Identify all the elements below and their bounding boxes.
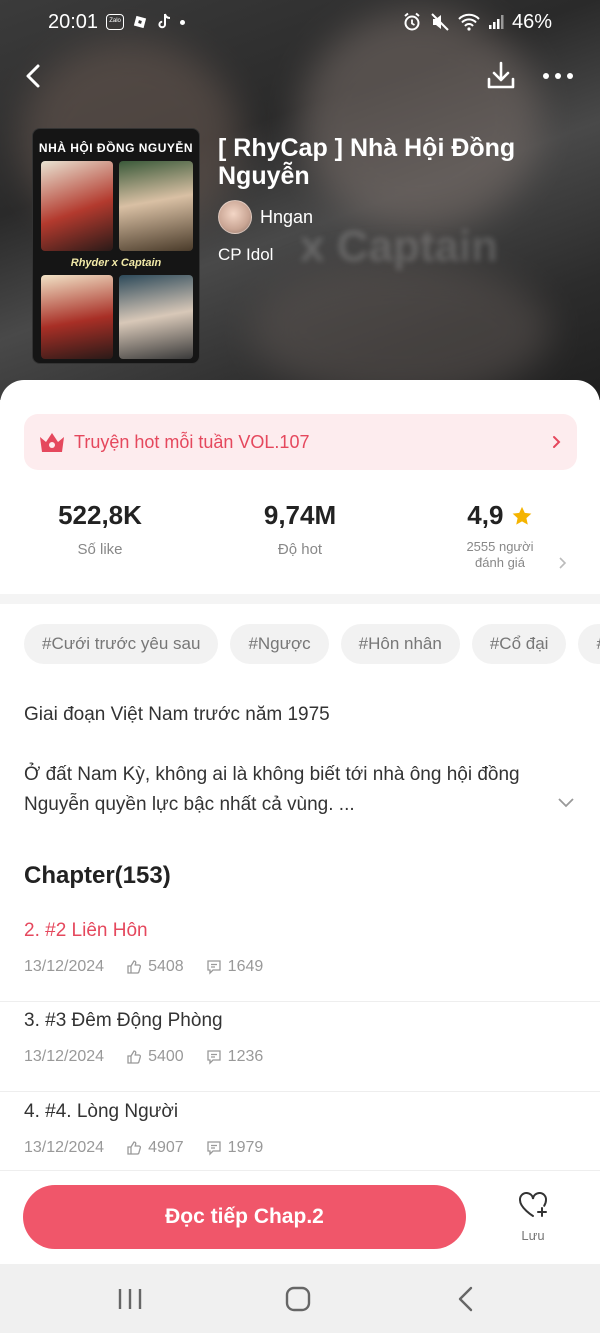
- more-options-button[interactable]: [540, 58, 576, 94]
- top-bar: [0, 56, 600, 96]
- hot-banner-label: Truyện hot mỗi tuần VOL.107: [74, 431, 310, 452]
- back-button[interactable]: [18, 58, 50, 94]
- rating-count-label-2: đánh giá: [475, 555, 525, 570]
- status-bar: 20:01 Zalo 46%: [0, 0, 600, 44]
- thumb-up-icon: [127, 1050, 142, 1064]
- hot-label: Độ hot: [277, 541, 323, 558]
- chapter-row[interactable]: 3. #3 Đêm Động Phòng 13/12/2024 5400 123…: [0, 1002, 600, 1092]
- synopsis: Giai đoạn Việt Nam trước năm 1975 Ở đất …: [24, 700, 554, 820]
- comment-icon: [207, 1141, 221, 1156]
- cover-photo: [119, 275, 193, 359]
- hot-stat: 9,74M Độ hot: [200, 500, 400, 558]
- roblox-icon: [133, 15, 147, 29]
- chapter-date: 13/12/2024: [24, 1139, 105, 1156]
- recent-apps-button[interactable]: [110, 1284, 150, 1314]
- tag-chip[interactable]: #Hôn nhân: [340, 624, 460, 664]
- save-label: Lưu: [521, 1228, 545, 1243]
- chevron-right-icon: [553, 436, 561, 448]
- chapter-comments: 1236: [227, 1048, 264, 1065]
- zalo-icon: Zalo: [106, 14, 125, 30]
- chapter-title: 4. #4. Lòng Người: [24, 1101, 179, 1122]
- save-button[interactable]: Lưu: [508, 1191, 558, 1251]
- tag-list: #Cưới trước yêu sau #Ngược #Hôn nhân #Cổ…: [24, 624, 600, 664]
- system-back-button[interactable]: [446, 1284, 486, 1314]
- cover-photo: [41, 161, 113, 251]
- more-dots-icon: [543, 73, 573, 79]
- hot-count: 9,74M: [263, 500, 337, 530]
- notification-dot: [180, 19, 186, 25]
- chapter-row[interactable]: 2. #2 Liên Hôn 13/12/2024 5408 1649: [0, 912, 600, 1002]
- home-button[interactable]: [278, 1284, 318, 1314]
- tag-chip[interactable]: #Ngược: [230, 624, 329, 664]
- chapter-title: 3. #3 Đêm Động Phòng: [24, 1010, 223, 1031]
- battery-level: 46%: [511, 10, 552, 33]
- chapter-likes: 4907: [148, 1139, 184, 1156]
- cover-subtitle: Rhyder x Captain: [70, 257, 162, 269]
- synopsis-line: Giai đoạn Việt Nam trước năm 1975: [24, 704, 330, 725]
- chevron-right-icon[interactable]: [558, 556, 568, 570]
- chevron-left-icon: [26, 64, 40, 88]
- rating-stat[interactable]: 4,9 2555 người đánh giá: [400, 500, 600, 571]
- comic-category[interactable]: CP Idol: [218, 245, 273, 265]
- synopsis-line: Ở đất Nam Kỳ, không ai là không biết tới…: [24, 764, 520, 815]
- author-name: Hngan: [260, 206, 314, 227]
- tag-chip[interactable]: #Cưới trước yêu sau: [24, 624, 219, 664]
- likes-label: Số like: [77, 541, 123, 558]
- hot-weekly-banner[interactable]: Truyện hot mỗi tuần VOL.107: [24, 414, 577, 470]
- status-time: 20:01: [48, 10, 99, 33]
- likes-stat: 522,8K Số like: [0, 500, 200, 558]
- hero-blurred-title: x Captain: [300, 222, 499, 271]
- cover-photo: [41, 275, 113, 359]
- back-arrow-icon: [458, 1286, 473, 1312]
- stats-row: 522,8K Số like 9,74M Độ hot 4,9 2555 ngư…: [0, 500, 600, 590]
- chapter-list-header: Chapter(153): [24, 862, 171, 889]
- author-link[interactable]: Hngan: [218, 200, 313, 234]
- comment-icon: [207, 960, 221, 975]
- continue-reading-button[interactable]: Đọc tiếp Chap.2: [23, 1185, 466, 1249]
- mute-icon: [431, 13, 449, 31]
- comic-cover[interactable]: NHÀ HỘI ĐỒNG NGUYỄN Rhyder x Captain: [32, 128, 200, 364]
- chapter-likes: 5408: [148, 958, 184, 975]
- comment-icon: [207, 1050, 221, 1065]
- likes-count: 522,8K: [58, 500, 142, 530]
- rating-value: 4,9: [467, 500, 504, 530]
- download-button[interactable]: [484, 58, 518, 94]
- chapter-likes: 5400: [148, 1048, 184, 1065]
- home-icon: [285, 1286, 311, 1312]
- chapter-comments: 1649: [227, 958, 264, 975]
- chapter-title: 2. #2 Liên Hôn: [24, 920, 148, 941]
- thumb-up-icon: [127, 960, 142, 974]
- tag-chip[interactable]: #Cổ đại: [471, 624, 567, 664]
- cover-header-text: NHÀ HỘI ĐỒNG NGUYỄN: [38, 141, 194, 155]
- bottom-action-bar: Đọc tiếp Chap.2 Lưu: [0, 1170, 600, 1264]
- wifi-icon: [458, 13, 480, 31]
- thumb-up-icon: [127, 1141, 142, 1155]
- signal-icon: [488, 15, 504, 29]
- cover-photo: [119, 161, 193, 251]
- chevron-down-icon[interactable]: [557, 796, 575, 808]
- comic-title: [ RhyCap ] Nhà Hội Đồng Nguyễn: [218, 134, 516, 190]
- hero-blur-shape: [250, 260, 550, 400]
- chapter-comments: 1979: [227, 1139, 264, 1156]
- heart-add-icon: [519, 1192, 547, 1217]
- chapter-date: 13/12/2024: [24, 1048, 105, 1065]
- tiktok-icon: [158, 13, 171, 29]
- crown-icon: [40, 433, 64, 452]
- star-icon: [512, 506, 532, 525]
- download-icon: [487, 61, 515, 89]
- alarm-icon: [404, 12, 420, 31]
- rating-count-label: 2555 người: [466, 539, 534, 554]
- section-divider: [0, 594, 600, 604]
- chapter-date: 13/12/2024: [24, 958, 105, 975]
- author-avatar: [218, 200, 252, 234]
- recent-apps-icon: [118, 1289, 142, 1309]
- system-nav-bar: [0, 1264, 600, 1333]
- tag-chip[interactable]: #: [578, 624, 600, 664]
